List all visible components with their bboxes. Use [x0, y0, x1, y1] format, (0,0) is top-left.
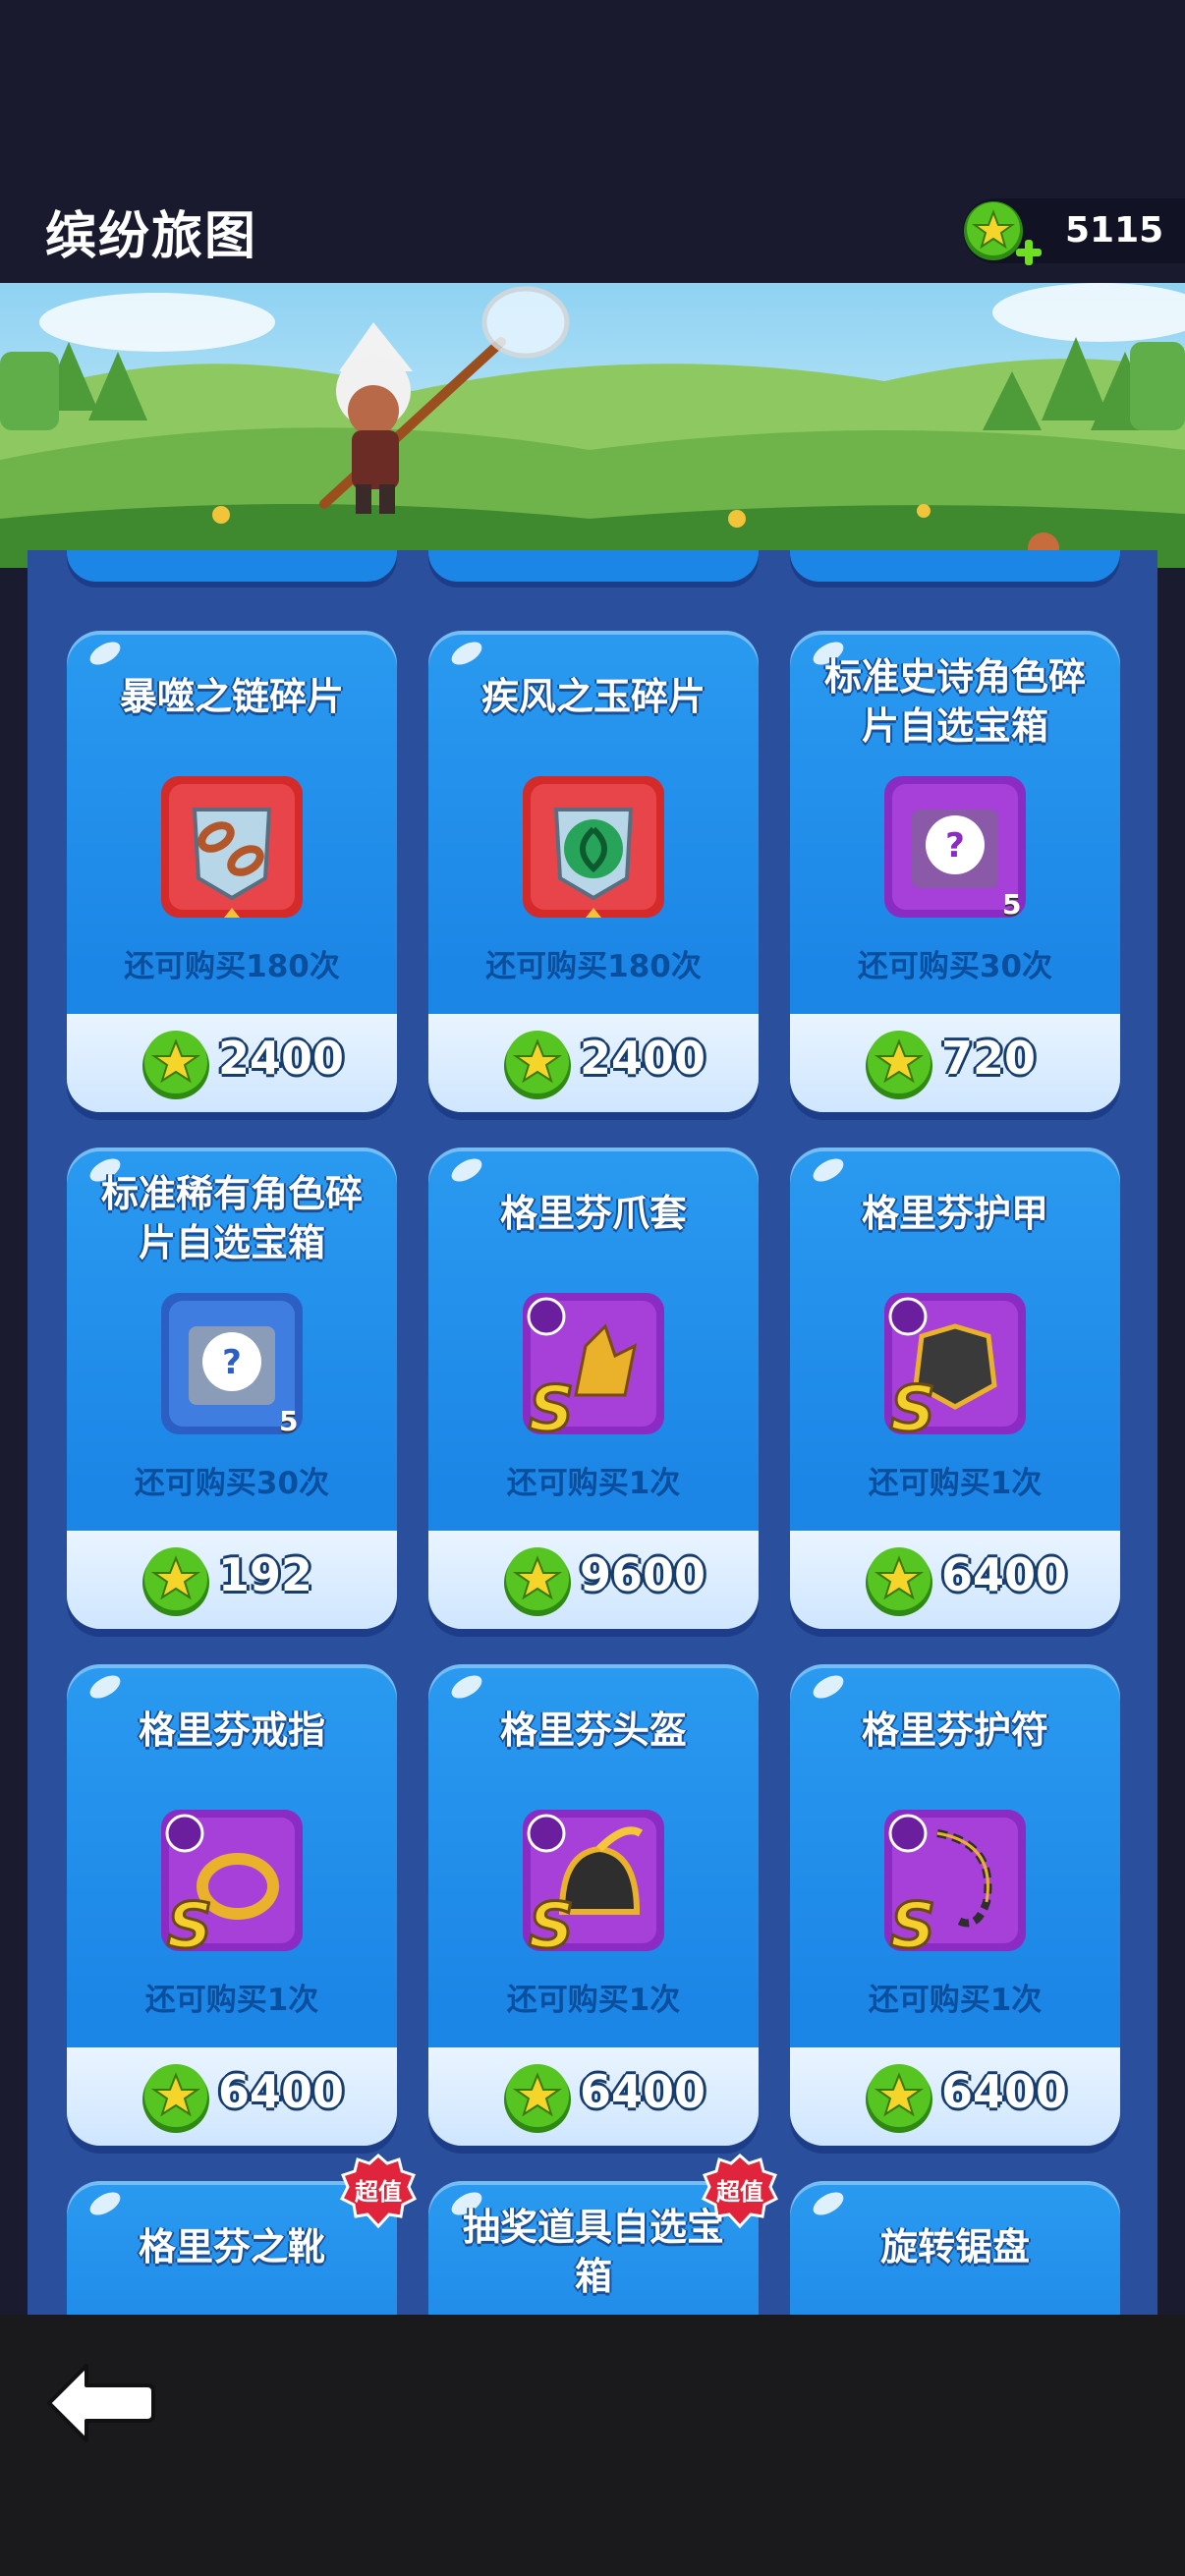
bottom-bar: [0, 2315, 1185, 2576]
griffin-ring-icon: S: [161, 1810, 303, 1957]
svg-text:S: S: [890, 1890, 935, 1957]
item-name: 标准稀有角色碎 片自选宝箱: [100, 1172, 363, 1264]
purchase-limit: 还可购买180次: [485, 949, 702, 984]
buy-button[interactable]: 192: [67, 1531, 397, 1629]
item-price: 720: [941, 1032, 1037, 1085]
svg-text:超值: 超值: [716, 2178, 763, 2206]
shop-item-card[interactable]: 疾风之玉碎片 还可购买180次 2400: [428, 631, 759, 1112]
wind-jade-shard-icon: [523, 776, 664, 918]
green-coin-icon: [142, 2064, 209, 2133]
scrolled-card-remnant: [790, 550, 1120, 582]
svg-text:?: ?: [945, 826, 965, 866]
buy-button[interactable]: 720: [790, 1014, 1120, 1112]
item-name: 格里芬头盔: [499, 1708, 687, 1752]
item-name: 格里芬护符: [861, 1708, 1048, 1752]
shop-item-card[interactable]: 标准史诗角色碎 片自选宝箱 ? 5 还可购买30次 720: [790, 631, 1120, 1112]
shop-item-card[interactable]: 格里芬戒指 S 还可购买1次 6400: [67, 1664, 397, 2146]
purchase-limit: 还可购买1次: [868, 1466, 1043, 1501]
item-price: 6400: [941, 1548, 1068, 1601]
item-price: 6400: [941, 2065, 1068, 2118]
item-count: 5: [1002, 888, 1022, 921]
buy-button[interactable]: 6400: [790, 1531, 1120, 1629]
back-arrow-icon[interactable]: [43, 2360, 159, 2446]
value-badge: 超值: [340, 2154, 417, 2229]
item-name: 疾风之玉碎片: [480, 675, 705, 718]
purchase-limit: 还可购买1次: [144, 1983, 319, 2018]
purchase-limit: 还可购买180次: [124, 949, 340, 984]
green-coin-icon: [504, 1031, 571, 1099]
item-name: 标准史诗角色碎 片自选宝箱: [823, 655, 1086, 748]
item-name: 暴噬之链碎片: [119, 675, 344, 718]
griffin-amulet-icon: S: [884, 1810, 1026, 1957]
item-price: 2400: [580, 1032, 706, 1085]
add-currency-icon[interactable]: [1014, 238, 1044, 267]
buy-button[interactable]: 9600: [428, 1531, 759, 1629]
buy-button[interactable]: 2400: [67, 1014, 397, 1112]
purchase-limit: 还可购买30次: [857, 949, 1053, 984]
shop-item-card[interactable]: 格里芬护符 S 还可购买1次 6400: [790, 1664, 1120, 2146]
svg-text:?: ?: [222, 1343, 242, 1382]
scrolled-card-remnant: [67, 550, 397, 582]
event-banner: [0, 283, 1185, 568]
chain-shard-icon: [161, 776, 303, 918]
item-count: 5: [279, 1405, 299, 1437]
grade-s-label: S: [529, 1373, 574, 1440]
banner-scene-image: [0, 283, 1185, 568]
shop-item-card[interactable]: 格里芬头盔 S 还可购买1次 6400: [428, 1664, 759, 2146]
green-coin-icon: [142, 1031, 209, 1099]
svg-text:超值: 超值: [355, 2178, 402, 2206]
green-coin-icon: [866, 1547, 932, 1616]
griffin-claw-icon: S: [523, 1293, 664, 1440]
buy-button[interactable]: 2400: [428, 1014, 759, 1112]
scrolled-card-remnant: [428, 550, 759, 582]
purchase-limit: 还可购买1次: [506, 1983, 681, 2018]
purchase-limit: 还可购买30次: [134, 1466, 330, 1501]
svg-text:S: S: [890, 1373, 935, 1440]
shop-item-card[interactable]: 格里芬爪套 S 还可购买1次 9600: [428, 1148, 759, 1629]
item-name: 格里芬护甲: [861, 1192, 1048, 1235]
shop-item-card[interactable]: 格里芬护甲 S 还可购买1次 6400: [790, 1148, 1120, 1629]
top-bar: 缤纷旅图 5115: [0, 0, 1185, 283]
green-coin-icon: [866, 1031, 932, 1099]
green-coin-icon: [142, 1547, 209, 1616]
green-coin-icon: [866, 2064, 932, 2133]
item-price: 2400: [218, 1032, 345, 1085]
item-name: 旋转锯盘: [879, 2225, 1030, 2268]
currency-amount: 5115: [1065, 210, 1164, 251]
item-price: 192: [218, 1548, 313, 1601]
item-name: 格里芬爪套: [499, 1192, 687, 1235]
purchase-limit: 还可购买1次: [868, 1983, 1043, 2018]
page-title: 缤纷旅图: [45, 207, 258, 266]
item-price: 9600: [580, 1548, 706, 1601]
buy-button[interactable]: 6400: [790, 2047, 1120, 2146]
shop-item-card[interactable]: 标准稀有角色碎 片自选宝箱 ? 5 还可购买30次 192: [67, 1148, 397, 1629]
currency-display[interactable]: 5115: [963, 198, 1185, 265]
svg-text:S: S: [529, 1890, 574, 1957]
item-price: 6400: [580, 2065, 706, 2118]
green-coin-icon: [504, 2064, 571, 2133]
green-coin-icon: [504, 1547, 571, 1616]
value-badge: 超值: [702, 2154, 778, 2229]
purchase-limit: 还可购买1次: [506, 1466, 681, 1501]
item-price: 6400: [218, 2065, 345, 2118]
shop-item-card[interactable]: 暴噬之链碎片 还可购买180次 2400: [67, 631, 397, 1112]
buy-button[interactable]: 6400: [67, 2047, 397, 2146]
griffin-armor-icon: S: [884, 1293, 1026, 1440]
shop-item-grid[interactable]: 暴噬之链碎片 还可购买180次 2400 疾风之玉碎片 还可购买180次 240…: [28, 550, 1157, 2319]
item-name: 格里芬戒指: [138, 1708, 325, 1752]
shop-item-card[interactable]: 旋转锯盘: [790, 2181, 1120, 2319]
svg-text:S: S: [167, 1890, 212, 1957]
griffin-helmet-icon: S: [523, 1810, 664, 1957]
buy-button[interactable]: 6400: [428, 2047, 759, 2146]
